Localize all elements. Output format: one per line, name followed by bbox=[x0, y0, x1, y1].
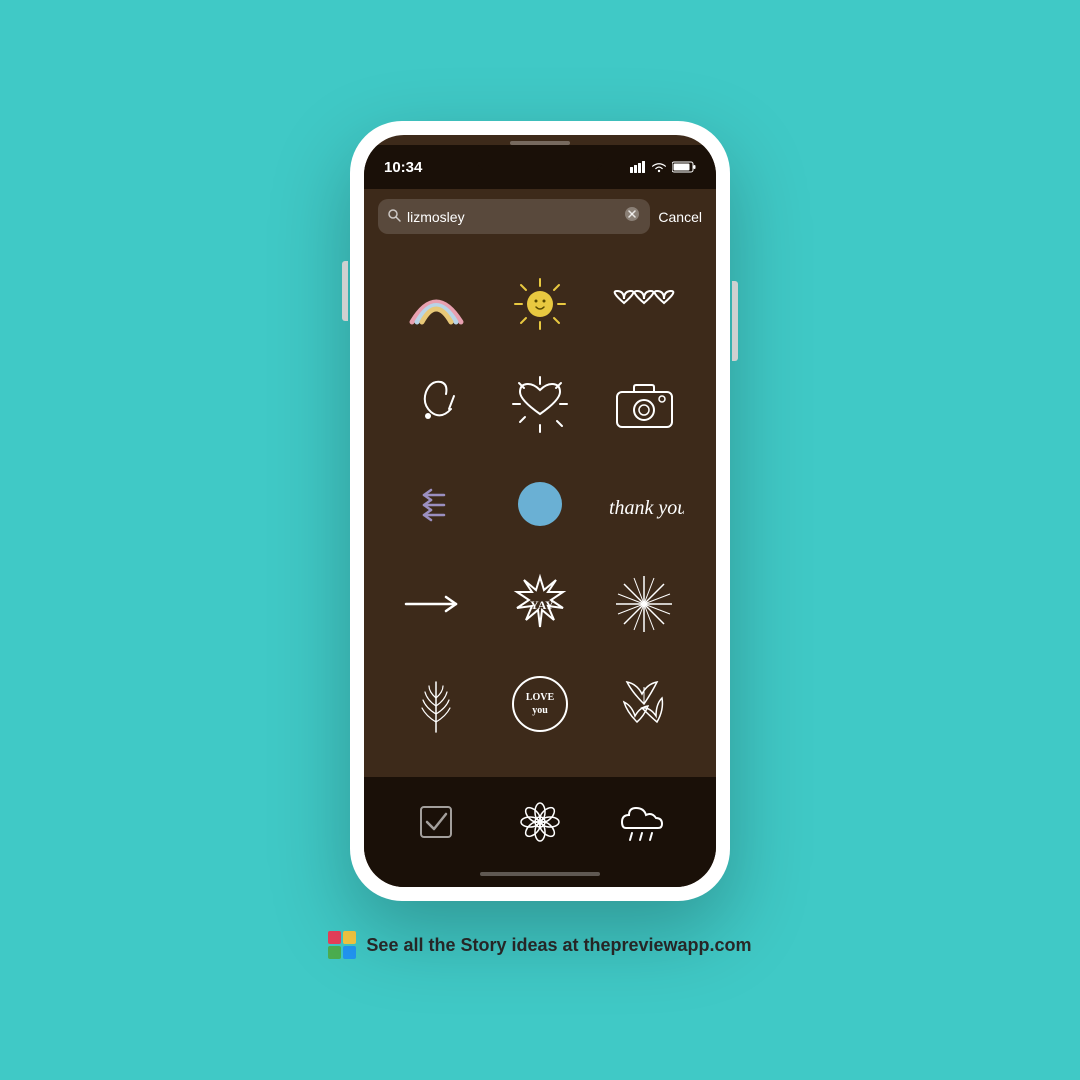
sticker-shining-heart[interactable] bbox=[495, 364, 585, 444]
status-bar: 10:34 bbox=[364, 145, 716, 189]
sticker-autumn-leaves[interactable] bbox=[599, 664, 689, 744]
sticker-camera[interactable] bbox=[599, 364, 689, 444]
footer-text: See all the Story ideas at thepreviewapp… bbox=[366, 935, 751, 956]
sticker-fern[interactable] bbox=[391, 664, 481, 744]
home-indicator bbox=[480, 872, 600, 876]
status-icons bbox=[630, 161, 696, 173]
sticker-hearts[interactable] bbox=[599, 264, 689, 344]
notch bbox=[475, 145, 605, 173]
footer: See all the Story ideas at thepreviewapp… bbox=[328, 931, 751, 959]
sticker-right-arrow[interactable] bbox=[391, 564, 481, 644]
sticker-row-3: thank you bbox=[364, 454, 716, 554]
sticker-row-2 bbox=[364, 354, 716, 454]
sticker-swirl[interactable] bbox=[391, 364, 481, 444]
sticker-row-5: LOVE you bbox=[364, 654, 716, 754]
phone-frame: 10:34 bbox=[350, 121, 730, 901]
sticker-sun[interactable] bbox=[495, 264, 585, 344]
sticker-blue-circle[interactable] bbox=[495, 464, 585, 544]
sticker-grid: thank you bbox=[364, 244, 716, 777]
search-bar: lizmosley Cancel bbox=[364, 189, 716, 244]
svg-text:LOVE: LOVE bbox=[525, 692, 554, 703]
sticker-love-you[interactable]: LOVE you bbox=[495, 664, 585, 744]
sticker-row-1 bbox=[364, 254, 716, 354]
wifi-icon bbox=[651, 161, 667, 173]
bottom-toolbar bbox=[364, 777, 716, 867]
signal-icon bbox=[630, 161, 646, 173]
sticker-thank-you[interactable]: thank you bbox=[599, 464, 689, 544]
phone-screen: 10:34 bbox=[364, 135, 716, 887]
sticker-arrows[interactable] bbox=[391, 464, 481, 544]
search-input-wrapper[interactable]: lizmosley bbox=[378, 199, 650, 234]
bottom-checkbox[interactable] bbox=[406, 792, 466, 852]
search-clear-button[interactable] bbox=[624, 206, 640, 227]
footer-logo bbox=[328, 931, 356, 959]
sticker-starburst[interactable] bbox=[599, 564, 689, 644]
sticker-rainbow[interactable] bbox=[391, 264, 481, 344]
svg-text:thank you: thank you bbox=[609, 497, 684, 519]
search-icon bbox=[388, 209, 401, 225]
bottom-flower[interactable] bbox=[510, 792, 570, 852]
svg-text:you: you bbox=[532, 705, 548, 716]
sticker-yay[interactable]: YAY bbox=[495, 564, 585, 644]
cancel-button[interactable]: Cancel bbox=[658, 209, 702, 225]
battery-icon bbox=[672, 161, 696, 173]
sticker-row-4: YAY bbox=[364, 554, 716, 654]
phone-mockup: 10:34 bbox=[350, 121, 730, 901]
status-time: 10:34 bbox=[384, 159, 422, 176]
svg-text:YAY: YAY bbox=[530, 598, 554, 612]
bottom-rain-cloud[interactable] bbox=[614, 792, 674, 852]
search-text: lizmosley bbox=[407, 209, 618, 225]
